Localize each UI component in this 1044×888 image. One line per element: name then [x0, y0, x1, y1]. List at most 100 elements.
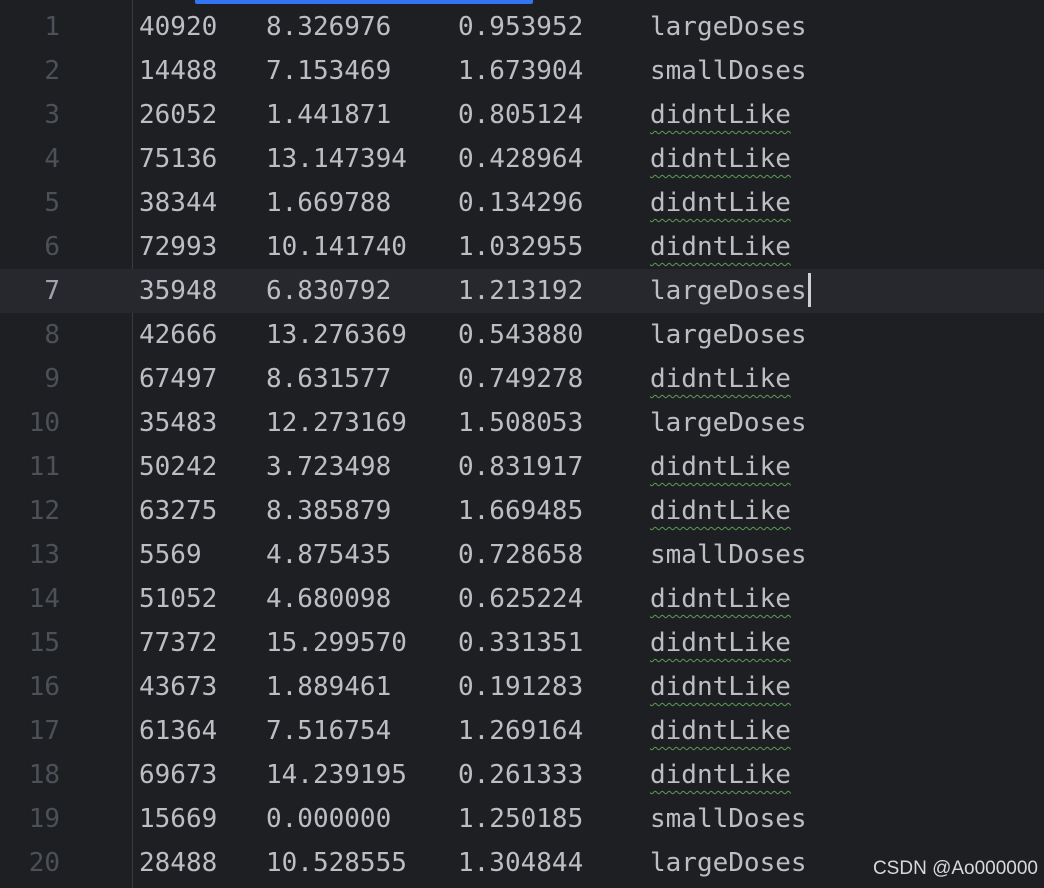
- value-text: 13.276369: [266, 320, 407, 350]
- value-text: 15.299570: [266, 628, 407, 658]
- field-c4: didntLike: [650, 753, 791, 797]
- label-text: largeDoses: [650, 12, 807, 42]
- code-line[interactable]: 5 38344 1.669788 0.134296 didntLike: [0, 181, 1044, 225]
- active-tab-indicator: [195, 0, 533, 4]
- field-c3: 0.543880: [458, 313, 583, 357]
- label-text: didntLike: [650, 716, 791, 746]
- value-text: 0.625224: [458, 584, 584, 614]
- value-text: 1.673904: [458, 56, 584, 86]
- field-c3: 0.831917: [458, 445, 583, 489]
- value-text: 0.543880: [458, 320, 584, 350]
- code-line[interactable]: 13 5569 4.875435 0.728658 smallDoses: [0, 533, 1044, 577]
- field-c2: 6.830792: [266, 269, 391, 313]
- label-text: didntLike: [650, 364, 791, 394]
- label-text: smallDoses: [650, 540, 807, 570]
- code-line[interactable]: 10 35483 12.273169 1.508053 largeDoses: [0, 401, 1044, 445]
- field-c2: 4.680098: [266, 577, 391, 621]
- field-c2: 7.153469: [266, 49, 391, 93]
- line-number: 20: [28, 848, 60, 878]
- code-line[interactable]: 2 14488 7.153469 1.673904 smallDoses: [0, 49, 1044, 93]
- field-c4: didntLike: [650, 665, 791, 709]
- field-c4: didntLike: [650, 445, 791, 489]
- line-number: 3: [44, 100, 60, 130]
- label-text: largeDoses: [650, 408, 807, 438]
- code-line[interactable]: 17 61364 7.516754 1.269164 didntLike: [0, 709, 1044, 753]
- code-line[interactable]: 11 50242 3.723498 0.831917 didntLike: [0, 445, 1044, 489]
- value-text: 6.830792: [266, 276, 392, 306]
- label-text: smallDoses: [650, 56, 807, 86]
- line-number: 9: [44, 364, 60, 394]
- value-text: 1.508053: [458, 408, 584, 438]
- field-c2: 8.385879: [266, 489, 391, 533]
- value-text: 28488: [139, 848, 218, 878]
- field-c3: 0.625224: [458, 577, 583, 621]
- label-text: largeDoses: [650, 320, 807, 350]
- value-text: 38344: [139, 188, 218, 218]
- code-line[interactable]: 18 69673 14.239195 0.261333 didntLike: [0, 753, 1044, 797]
- value-text: 77372: [139, 628, 218, 658]
- field-c1: 15669: [139, 797, 217, 841]
- value-text: 0.000000: [266, 804, 392, 834]
- field-c4: largeDoses: [650, 401, 807, 445]
- field-c4: didntLike: [650, 93, 791, 137]
- value-text: 8.385879: [266, 496, 392, 526]
- value-text: 69673: [139, 760, 218, 790]
- value-text: 1.669788: [266, 188, 392, 218]
- code-line[interactable]: 3 26052 1.441871 0.805124 didntLike: [0, 93, 1044, 137]
- field-c1: 35948: [139, 269, 217, 313]
- line-number: 18: [28, 760, 60, 790]
- field-c1: 69673: [139, 753, 217, 797]
- code-line[interactable]: 14 51052 4.680098 0.625224 didntLike: [0, 577, 1044, 621]
- code-line[interactable]: 6 72993 10.141740 1.032955 didntLike: [0, 225, 1044, 269]
- field-c2: 8.631577: [266, 357, 391, 401]
- text-editor[interactable]: 1 40920 8.326976 0.953952 largeDoses 2 14488 7.…: [0, 0, 1044, 888]
- code-line[interactable]: 9 67497 8.631577 0.749278 didntLike: [0, 357, 1044, 401]
- editor-content[interactable]: 1 40920 8.326976 0.953952 largeDoses 2 14488 7.…: [0, 5, 1044, 885]
- field-c3: 0.428964: [458, 137, 583, 181]
- field-c1: 28488: [139, 841, 217, 885]
- field-c2: 1.669788: [266, 181, 391, 225]
- value-text: 43673: [139, 672, 218, 702]
- line-number: 13: [28, 540, 60, 570]
- code-line[interactable]: 15 77372 15.299570 0.331351 didntLike: [0, 621, 1044, 665]
- field-c1: 40920: [139, 5, 217, 49]
- field-c2: 0.000000: [266, 797, 391, 841]
- field-c1: 38344: [139, 181, 217, 225]
- field-c2: 14.239195: [266, 753, 407, 797]
- value-text: 72993: [139, 232, 218, 262]
- line-number: 11: [28, 452, 60, 482]
- field-c4: largeDoses: [650, 313, 807, 357]
- value-text: 1.889461: [266, 672, 392, 702]
- value-text: 63275: [139, 496, 218, 526]
- field-c1: 75136: [139, 137, 217, 181]
- field-c4: smallDoses: [650, 797, 807, 841]
- field-c3: 0.261333: [458, 753, 583, 797]
- code-line[interactable]: 4 75136 13.147394 0.428964 didntLike: [0, 137, 1044, 181]
- field-c3: 0.331351: [458, 621, 583, 665]
- code-line[interactable]: 7 35948 6.830792 1.213192 largeDoses: [0, 269, 1044, 313]
- code-line[interactable]: 12 63275 8.385879 1.669485 didntLike: [0, 489, 1044, 533]
- field-c3: 1.669485: [458, 489, 583, 533]
- code-line[interactable]: 16 43673 1.889461 0.191283 didntLike: [0, 665, 1044, 709]
- value-text: 3.723498: [266, 452, 392, 482]
- field-c4: didntLike: [650, 577, 791, 621]
- code-line[interactable]: 1 40920 8.326976 0.953952 largeDoses: [0, 5, 1044, 49]
- field-c2: 1.441871: [266, 93, 391, 137]
- field-c3: 1.250185: [458, 797, 583, 841]
- label-text: didntLike: [650, 496, 791, 526]
- line-number: 17: [28, 716, 60, 746]
- field-c3: 0.805124: [458, 93, 583, 137]
- field-c2: 15.299570: [266, 621, 407, 665]
- field-c3: 0.728658: [458, 533, 583, 577]
- value-text: 0.191283: [458, 672, 584, 702]
- value-text: 4.680098: [266, 584, 392, 614]
- field-c4: smallDoses: [650, 533, 807, 577]
- field-c4: largeDoses: [650, 269, 811, 313]
- field-c2: 13.276369: [266, 313, 407, 357]
- line-number: 14: [28, 584, 60, 614]
- field-c3: 1.304844: [458, 841, 583, 885]
- line-number: 10: [28, 408, 60, 438]
- code-line[interactable]: 19 15669 0.000000 1.250185 smallDoses: [0, 797, 1044, 841]
- field-c3: 1.032955: [458, 225, 583, 269]
- code-line[interactable]: 8 42666 13.276369 0.543880 largeDoses: [0, 313, 1044, 357]
